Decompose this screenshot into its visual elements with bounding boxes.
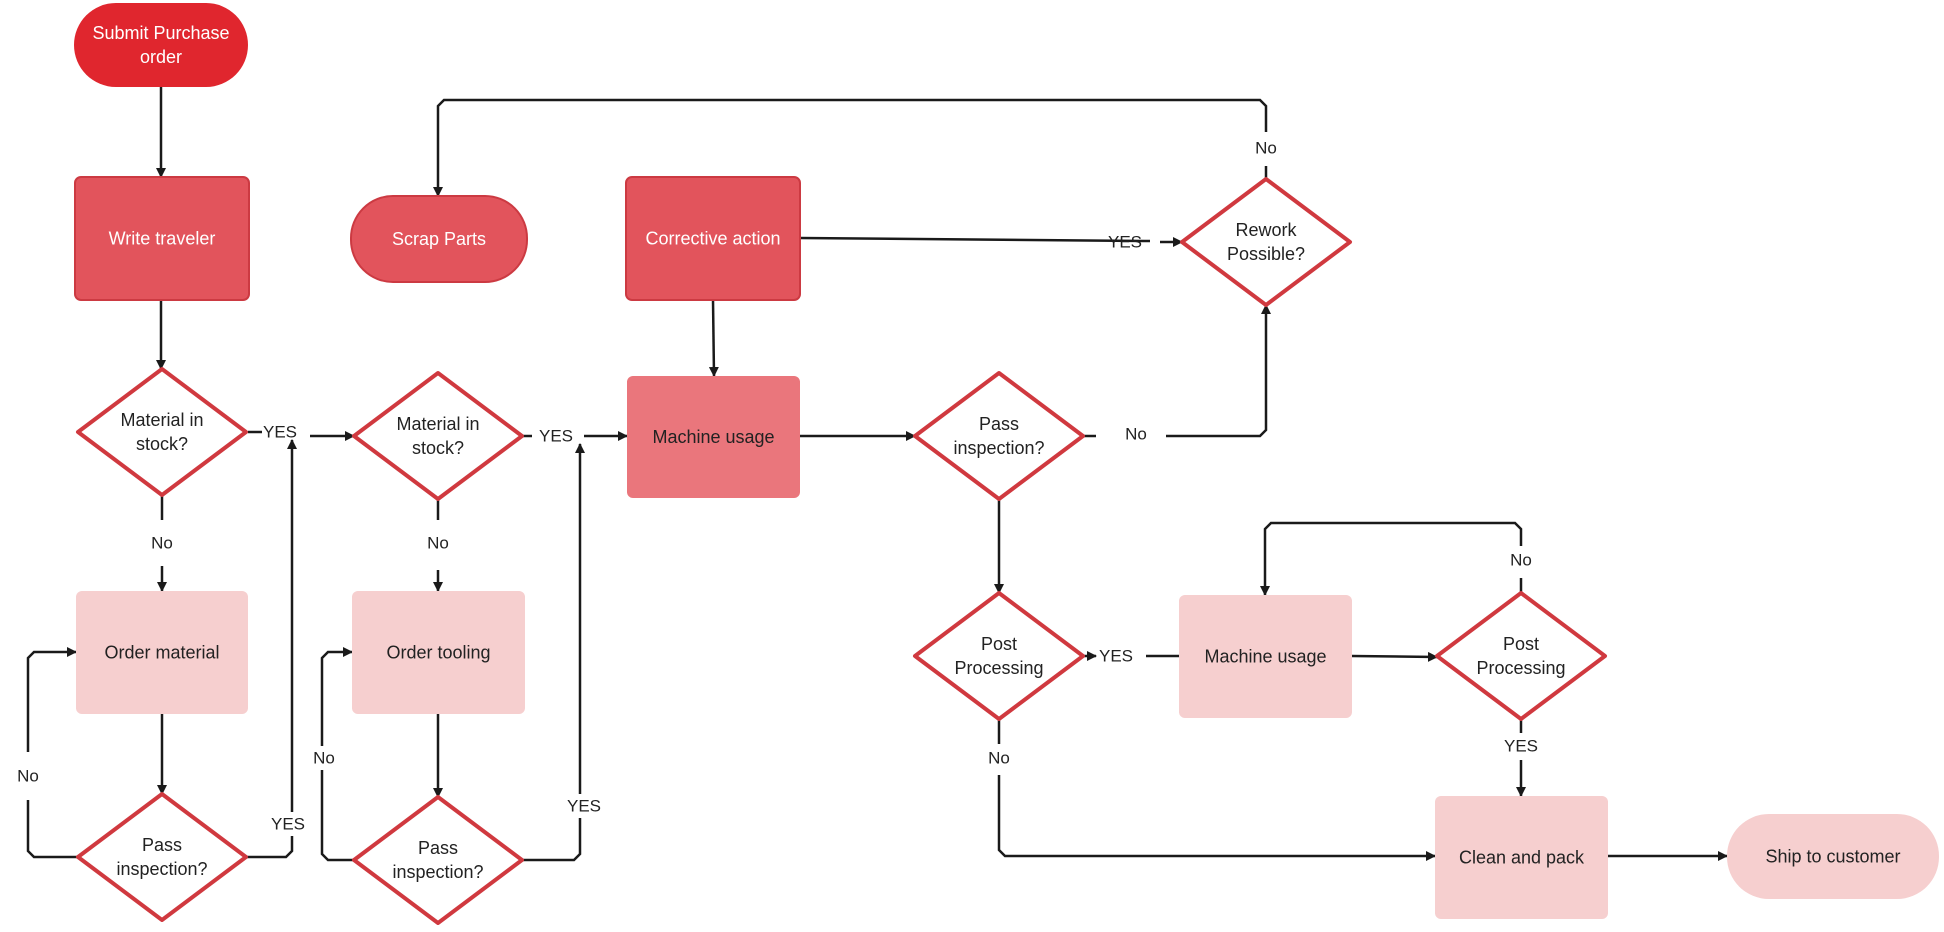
node-label: Material in — [396, 414, 479, 434]
node-pass-inspection-main[interactable]: Pass inspection? — [913, 371, 1085, 501]
node-label: Pass — [979, 414, 1019, 434]
decision-diamond — [76, 367, 248, 497]
node-machine-usage-2[interactable]: Machine usage — [1179, 595, 1352, 718]
edge-corrective-action-to-machine-usage-1[interactable] — [708, 299, 719, 377]
edge-label-yes: YES — [1108, 233, 1142, 252]
nodes-layer: Submit Purchase order Write traveler Scrap … — [74, 3, 1939, 925]
node-machine-usage-1[interactable]: Machine usage — [627, 376, 800, 498]
edge-pass-inspection-1-to-material-in-stock-2[interactable] — [246, 439, 297, 859]
connector-segment — [26, 800, 78, 859]
node-label: Order tooling — [386, 643, 490, 663]
node-label: Ship to customer — [1765, 847, 1900, 867]
node-material-in-stock-2[interactable]: Material in stock? — [352, 371, 524, 501]
edge-machine-usage-2-to-post-processing-2[interactable] — [1351, 651, 1438, 662]
node-label: Rework — [1235, 220, 1297, 240]
node-label: Corrective action — [645, 229, 780, 249]
connector-line — [320, 647, 353, 746]
edge-post-processing-1-to-clean-and-pack[interactable] — [997, 719, 1436, 861]
node-corrective-action[interactable]: Corrective action — [625, 176, 801, 301]
connector-line — [997, 775, 1436, 861]
edge-label-no: No — [17, 767, 39, 786]
connector-line — [26, 647, 77, 752]
decision-diamond — [913, 591, 1085, 721]
connectors-layer — [26, 87, 1728, 862]
connector-line — [1166, 304, 1271, 438]
node-label: Order material — [104, 643, 219, 663]
edge-label-yes: YES — [271, 815, 305, 834]
node-pass-inspection-1[interactable]: Pass inspection? — [76, 792, 248, 922]
connector-line — [433, 98, 1268, 197]
node-ship-to-customer[interactable]: Ship to customer — [1727, 814, 1939, 899]
flowchart-canvas: Submit Purchase order Write traveler Scrap … — [17, 3, 1939, 925]
edge-label-yes: YES — [1504, 737, 1538, 756]
connector-segment — [799, 236, 1151, 243]
node-label: Processing — [1476, 658, 1565, 678]
connector-segment — [522, 818, 582, 862]
edge-label-no: No — [1125, 425, 1147, 444]
node-label: Material in — [120, 410, 203, 430]
node-label: Submit Purchase — [92, 23, 229, 43]
connector-segment — [320, 770, 354, 862]
node-label: Write traveler — [109, 229, 216, 249]
edge-label-no: No — [151, 534, 173, 553]
terminal-shape — [74, 3, 248, 87]
connector-line — [708, 299, 719, 377]
edge-label-yes: YES — [567, 797, 601, 816]
edge-post-processing-2-to-machine-usage-2[interactable] — [1260, 521, 1523, 596]
connector-line — [1351, 651, 1438, 662]
edge-label-yes: YES — [1099, 647, 1133, 666]
edge-label-no: No — [427, 534, 449, 553]
decision-diamond — [352, 795, 524, 925]
node-label: stock? — [136, 434, 188, 454]
node-label: inspection? — [953, 438, 1044, 458]
edge-label-no: No — [1255, 139, 1277, 158]
node-label: Post — [1503, 634, 1539, 654]
edge-label-no: No — [313, 749, 335, 768]
node-post-processing-1[interactable]: Post Processing — [913, 591, 1085, 721]
node-label: inspection? — [392, 862, 483, 882]
edge-pass-inspection-main-to-rework-possible[interactable] — [1083, 304, 1271, 438]
decision-diamond — [352, 371, 524, 501]
connector-line — [1260, 521, 1523, 596]
node-post-processing-2[interactable]: Post Processing — [1435, 591, 1607, 721]
node-label: Post — [981, 634, 1017, 654]
node-label: Machine usage — [1204, 647, 1326, 667]
node-order-material[interactable]: Order material — [76, 591, 248, 714]
decision-diamond — [1180, 177, 1352, 307]
edge-pass-inspection-1-to-order-material[interactable] — [26, 647, 78, 859]
node-submit-po[interactable]: Submit Purchase order — [74, 3, 248, 87]
node-scrap-parts[interactable]: Scrap Parts — [350, 195, 528, 283]
decision-diamond — [76, 792, 248, 922]
node-label: stock? — [412, 438, 464, 458]
node-write-traveler[interactable]: Write traveler — [74, 176, 250, 301]
edge-rework-possible-to-scrap-parts[interactable] — [433, 98, 1268, 197]
node-label: Processing — [954, 658, 1043, 678]
edge-label-no: No — [988, 749, 1010, 768]
node-material-in-stock-1[interactable]: Material in stock? — [76, 367, 248, 497]
node-pass-inspection-2[interactable]: Pass inspection? — [352, 795, 524, 925]
node-label: Pass — [418, 838, 458, 858]
node-label: Machine usage — [652, 427, 774, 447]
decision-diamond — [1435, 591, 1607, 721]
node-clean-and-pack[interactable]: Clean and pack — [1435, 796, 1608, 919]
node-label: Possible? — [1227, 244, 1305, 264]
node-label: Scrap Parts — [392, 229, 486, 249]
node-label: inspection? — [116, 859, 207, 879]
edge-label-yes: YES — [263, 423, 297, 442]
decision-diamond — [913, 371, 1085, 501]
node-rework-possible[interactable]: Rework Possible? — [1180, 177, 1352, 307]
edge-label-yes: YES — [539, 427, 573, 446]
edge-label-no: No — [1510, 551, 1532, 570]
node-label: Pass — [142, 835, 182, 855]
connector-segment — [246, 836, 294, 859]
node-order-tooling[interactable]: Order tooling — [352, 591, 525, 714]
node-label: Clean and pack — [1459, 848, 1585, 868]
node-label: order — [140, 47, 182, 67]
